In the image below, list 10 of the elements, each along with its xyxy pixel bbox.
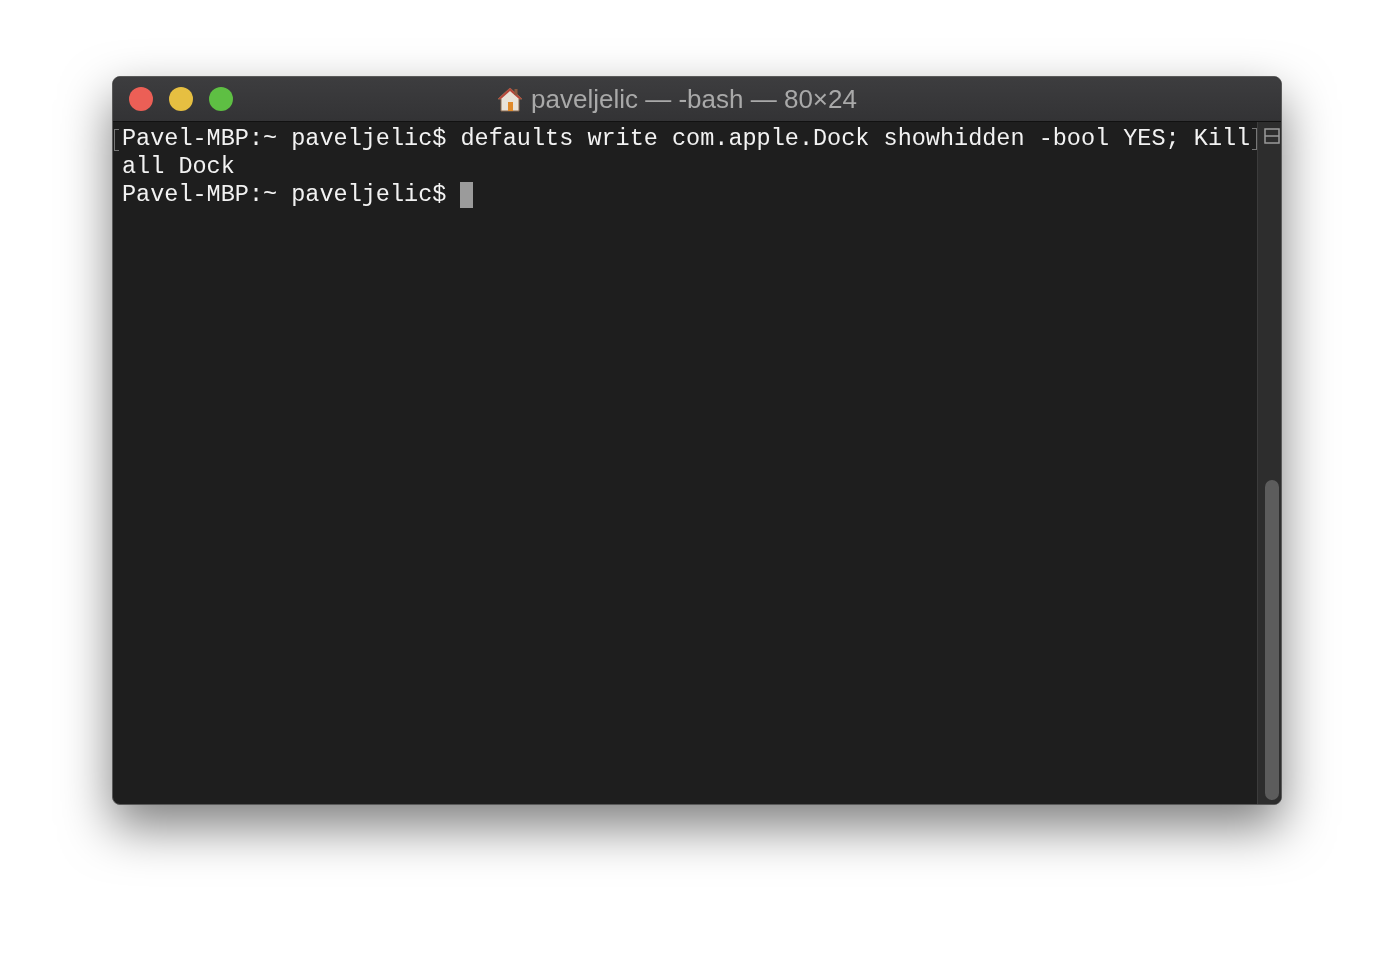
window-title: paveljelic — -bash — 80×24 [531, 83, 857, 115]
close-button[interactable] [129, 87, 153, 111]
house-icon [497, 86, 524, 112]
scrollbar-thumb[interactable] [1265, 480, 1280, 800]
zoom-button[interactable] [209, 87, 233, 111]
terminal-line: Pavel-MBP:~ paveljelic$ [122, 181, 448, 209]
terminal-line: Pavel-MBP:~ paveljelic$ defaults write com.apple.Dock showhidden -bool YES; Kill [122, 125, 1251, 153]
minimize-button[interactable] [169, 87, 193, 111]
split-pane-icon[interactable] [1264, 128, 1281, 144]
terminal-line: all Dock [122, 153, 235, 181]
